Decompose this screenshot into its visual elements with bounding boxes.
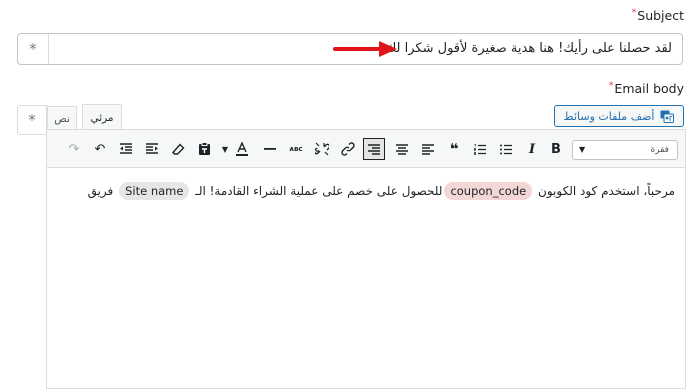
align-center-icon[interactable] (393, 140, 411, 158)
bold-icon[interactable]: B (547, 140, 565, 158)
email-body-label: *Email body (608, 81, 684, 96)
content-text-end: فريق (87, 184, 114, 198)
coupon-code-tag: coupon_code (444, 182, 533, 200)
text-color-dropdown-icon[interactable]: ▼ (219, 140, 231, 158)
outdent-icon[interactable] (117, 140, 135, 158)
add-media-label: أضف ملفات وسائط (563, 109, 655, 123)
eraser-icon[interactable] (169, 140, 187, 158)
unlink-icon[interactable] (313, 140, 331, 158)
content-text-intro: مرحباً، استخدم كود الكوبون (538, 184, 675, 198)
redo-icon[interactable]: ↷ (65, 140, 83, 158)
red-arrow-icon (333, 41, 397, 57)
paragraph-format-select[interactable]: ▼ فقرة (572, 140, 678, 160)
paste-text-icon[interactable] (195, 140, 213, 158)
editor-content[interactable]: مرحباً، استخدم كود الكوبون coupon_codeلل… (88, 182, 675, 200)
site-name-tag: Site name (119, 182, 190, 200)
strikethrough-icon[interactable]: ᴀʙᴄ (287, 140, 305, 158)
align-left-icon[interactable] (419, 140, 437, 158)
add-media-button[interactable]: أضف ملفات وسائط (554, 105, 684, 127)
horizontal-line-icon[interactable] (261, 140, 279, 158)
editor-toolbar: ↷ ↶ ▼ ᴀʙᴄ ❝ I B ▼ فقرة (47, 130, 685, 168)
blockquote-icon[interactable]: ❝ (445, 140, 463, 158)
link-icon[interactable] (339, 140, 357, 158)
subject-input-value[interactable]: لقد حصلنا على رأيك! هنا هدية صغيرة لأقول… (386, 41, 672, 56)
chevron-down-icon: ▼ (579, 145, 586, 154)
tab-text[interactable]: نص (47, 106, 77, 130)
italic-icon[interactable]: I (523, 140, 541, 158)
numbered-list-icon[interactable] (471, 140, 489, 158)
media-icon (660, 110, 675, 123)
subject-merge-tag-button[interactable]: * (18, 34, 49, 64)
body-merge-tag-button[interactable]: * (17, 105, 47, 135)
subject-label: *Subject (631, 8, 684, 23)
undo-icon[interactable]: ↶ (91, 140, 109, 158)
align-right-icon[interactable] (363, 138, 385, 160)
bullet-list-icon[interactable] (497, 140, 515, 158)
content-text-middle: للحصول على خصم على عملية الشراء القادمة!… (195, 184, 443, 198)
text-color-icon[interactable] (233, 140, 251, 158)
rich-text-editor[interactable]: ↷ ↶ ▼ ᴀʙᴄ ❝ I B ▼ فقرة مرحباً، استخدم كو… (46, 129, 686, 389)
tab-visual[interactable]: مرئي (82, 104, 122, 130)
indent-icon[interactable] (143, 140, 161, 158)
